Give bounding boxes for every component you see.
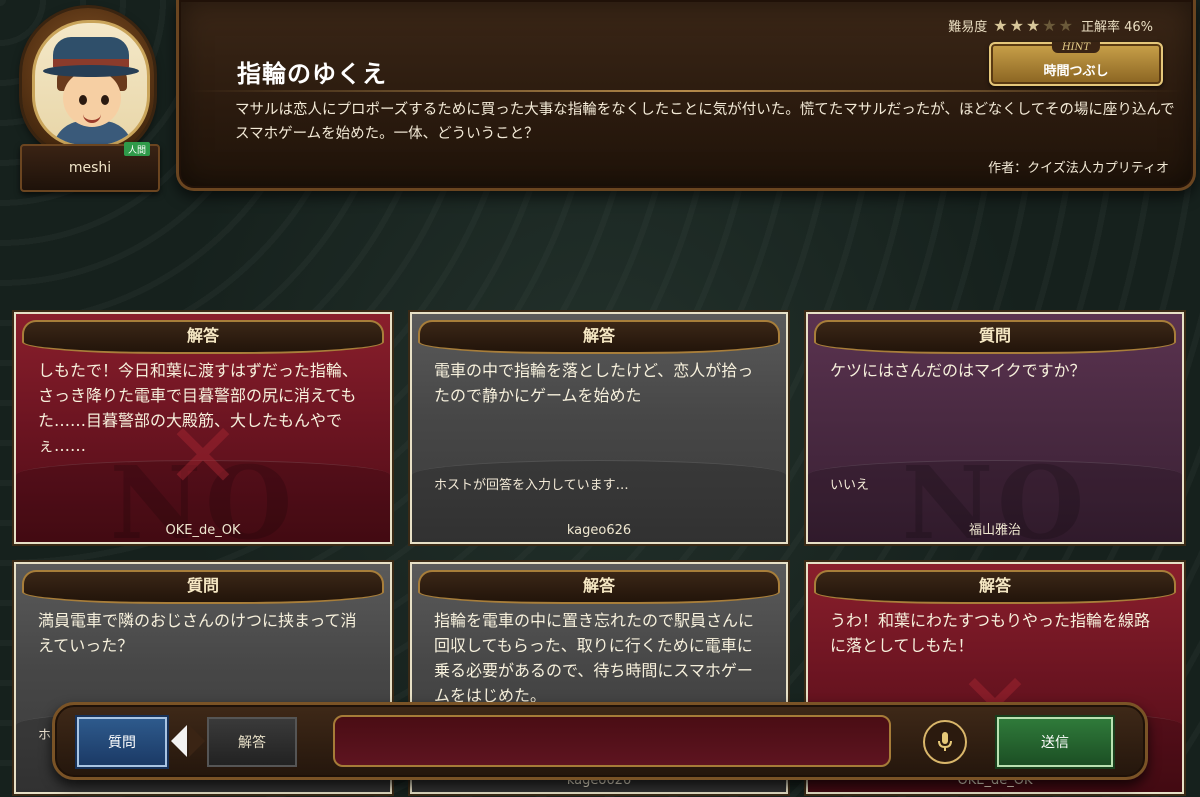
card-type-label: 解答 xyxy=(418,570,780,604)
send-button[interactable]: 送信 xyxy=(997,717,1113,767)
question-title: 指輪のゆくえ xyxy=(237,59,387,88)
difficulty-label: 難易度 xyxy=(948,20,988,35)
answer-mode-label: 解答 xyxy=(238,735,266,751)
card-host-reply: ホストが回答を入力しています… xyxy=(434,478,629,493)
card-text: しもたで！今日和葉に渡すはずだった指輪、さっき降りた電車で目暮警部の尻に消えても… xyxy=(38,361,358,455)
send-label: 送信 xyxy=(1041,735,1069,751)
card-host-reply: いいえ xyxy=(830,478,870,493)
difficulty-star-icon: ★ xyxy=(1058,16,1075,35)
card-host-reply: ホ xyxy=(38,728,52,743)
question-panel: 難易度 ★★★★★ 正解率 46% 指輪のゆくえ HINT 時間つぶし マサルは… xyxy=(176,0,1196,191)
question-mode-label: 質問 xyxy=(108,735,136,751)
card-type-label: 解答 xyxy=(418,320,780,354)
card-user-name: OKE_de_OK xyxy=(165,523,241,538)
card-type-label: 質問 xyxy=(814,320,1176,354)
post-card: 解答電車の中で指輪を落としたけど、恋人が拾ったので静かにゲームを始めたホストが回… xyxy=(408,310,790,546)
card-text: うわ！和葉にわたすつもりやった指輪を線路に落としてしもた！ xyxy=(830,611,1151,655)
card-text: 指輪を電車の中に置き忘れたので駅員さんに回収してもらった、取りに行くために電車に… xyxy=(434,611,755,705)
difficulty-info: 難易度 ★★★★★ 正解率 46% xyxy=(948,16,1153,35)
question-divider xyxy=(189,90,1183,92)
hint-label: 時間つぶし xyxy=(1043,64,1109,79)
player-name: meshi xyxy=(68,160,112,176)
card-user-name: kageo626 xyxy=(566,523,632,538)
card-type-label: 解答 xyxy=(814,570,1176,604)
answer-mode-button[interactable]: 解答 xyxy=(207,717,297,767)
avatar-eye xyxy=(101,95,109,105)
question-author: 作者：クイズ法人カプリティオ xyxy=(988,161,1169,176)
card-text: 電車の中で指輪を落としたけど、恋人が拾ったので静かにゲームを始めた xyxy=(434,361,754,405)
correct-rate: 正解率 46% xyxy=(1080,20,1153,35)
card-text: ケツにはさんだのはマイクですか？ xyxy=(830,361,1086,380)
avatar-eye xyxy=(79,95,87,105)
mode-toggle-left-arrow-icon[interactable] xyxy=(171,725,187,757)
microphone-icon xyxy=(938,732,952,751)
difficulty-star-icon: ★ xyxy=(1042,16,1059,35)
question-mode-button[interactable]: 質問 xyxy=(77,717,167,767)
difficulty-stars: ★★★★★ xyxy=(993,16,1075,35)
card-type-label: 質問 xyxy=(22,570,384,604)
avatar xyxy=(32,20,150,148)
mode-toggle-right-arrow-icon[interactable] xyxy=(189,725,205,757)
card-user-name: 福山雅治 xyxy=(968,523,1021,538)
difficulty-star-icon: ★ xyxy=(1025,16,1043,35)
avatar-hat-brim xyxy=(43,65,139,77)
post-card: NO ✕ 解答 しもたで！今日和葉に渡すはずだった指輪、さっき降りた電車で目暮警部の尻… xyxy=(12,310,394,546)
difficulty-star-icon: ★ xyxy=(1009,16,1026,35)
difficulty-star-icon: ★ xyxy=(993,16,1010,35)
message-input[interactable] xyxy=(333,715,891,767)
hint-button[interactable]: HINT 時間つぶし xyxy=(989,42,1163,86)
player-avatar-frame xyxy=(22,8,154,156)
input-bar: 質問 解答 送信 xyxy=(52,702,1148,780)
question-text: マサルは恋人にプロポーズするために買った大事な指輪をなくしたことに気が付いた。慌… xyxy=(235,102,1175,142)
post-card: NO 質問 ケツにはさんだのはマイクですか？ いいえ 福山雅治 xyxy=(804,310,1186,546)
human-badge: 人間 xyxy=(124,142,150,156)
card-type-label: 解答 xyxy=(22,320,384,354)
card-text: 満員電車で隣のおじさんのけつに挟まって消えていった？ xyxy=(38,611,357,655)
hint-tag: HINT xyxy=(1051,42,1101,53)
microphone-button[interactable] xyxy=(923,720,967,764)
